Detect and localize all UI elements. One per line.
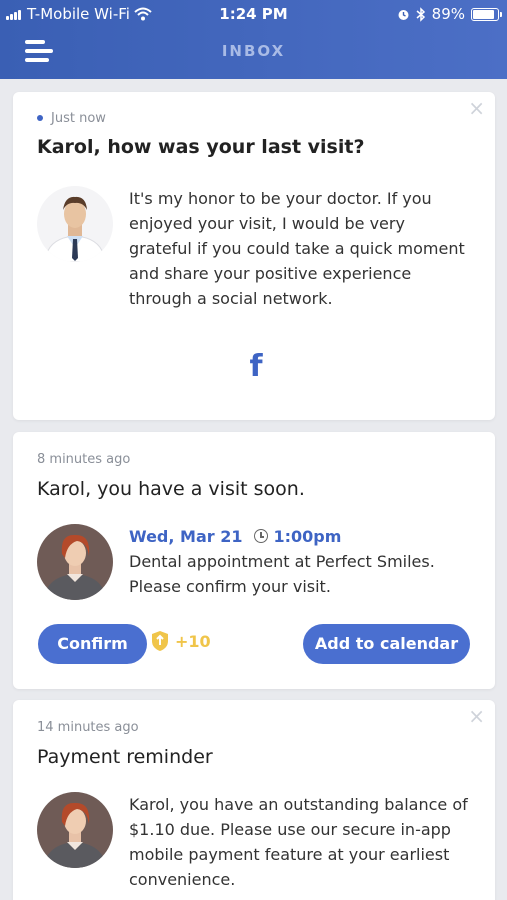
confirm-button[interactable]: Confirm <box>38 624 147 664</box>
appointment-datetime: Wed, Mar 21 1:00pm <box>129 524 469 549</box>
app-header: T-Mobile Wi-Fi 1:24 PM 89% INBOX <box>0 0 507 79</box>
status-bar: T-Mobile Wi-Fi 1:24 PM 89% <box>0 0 507 28</box>
shield-icon <box>152 631 168 651</box>
doctor-avatar <box>37 186 113 262</box>
notification-title: Payment reminder <box>37 746 213 768</box>
page-title: INBOX <box>221 42 286 60</box>
appointment-date: Wed, Mar 21 <box>129 527 243 546</box>
points-badge: +10 <box>151 630 211 652</box>
svg-text:f: f <box>249 350 263 380</box>
clock-icon <box>254 529 269 543</box>
close-icon[interactable]: × <box>468 706 485 726</box>
appointment-time: 1:00pm <box>273 527 342 546</box>
notification-time: 8 minutes ago <box>37 452 131 467</box>
add-to-calendar-button[interactable]: Add to calendar <box>303 624 470 664</box>
notification-card-review: × Just now Karol, how was your last visi… <box>13 92 495 420</box>
notification-card-visit: 8 minutes ago Karol, you have a visit so… <box>13 432 495 689</box>
notification-title: Karol, you have a visit soon. <box>37 478 305 500</box>
unread-dot-icon <box>37 114 43 121</box>
appointment-details: Wed, Mar 21 1:00pm Dental appointment at … <box>129 524 469 599</box>
notification-time: Just now <box>37 111 106 126</box>
points-value: +10 <box>175 631 211 651</box>
alarm-icon <box>398 9 409 20</box>
notification-title: Karol, how was your last visit? <box>37 136 365 158</box>
provider-avatar <box>37 524 113 600</box>
facebook-icon[interactable]: f <box>245 350 267 380</box>
notification-card-payment: × 14 minutes ago Payment reminder Karol,… <box>13 700 495 900</box>
close-icon[interactable]: × <box>468 98 485 118</box>
battery-percent: 89% <box>431 5 465 23</box>
provider-avatar <box>37 792 113 868</box>
notification-message: Karol, you have an outstanding balance o… <box>129 795 468 889</box>
notification-message: It's my honor to be your doctor. If you … <box>129 189 465 308</box>
notification-time: 14 minutes ago <box>37 720 139 735</box>
status-right: 89% <box>397 5 502 23</box>
notification-message: Dental appointment at Perfect Smiles. Pl… <box>129 552 435 596</box>
bluetooth-icon <box>416 6 425 22</box>
battery-icon <box>471 7 502 21</box>
